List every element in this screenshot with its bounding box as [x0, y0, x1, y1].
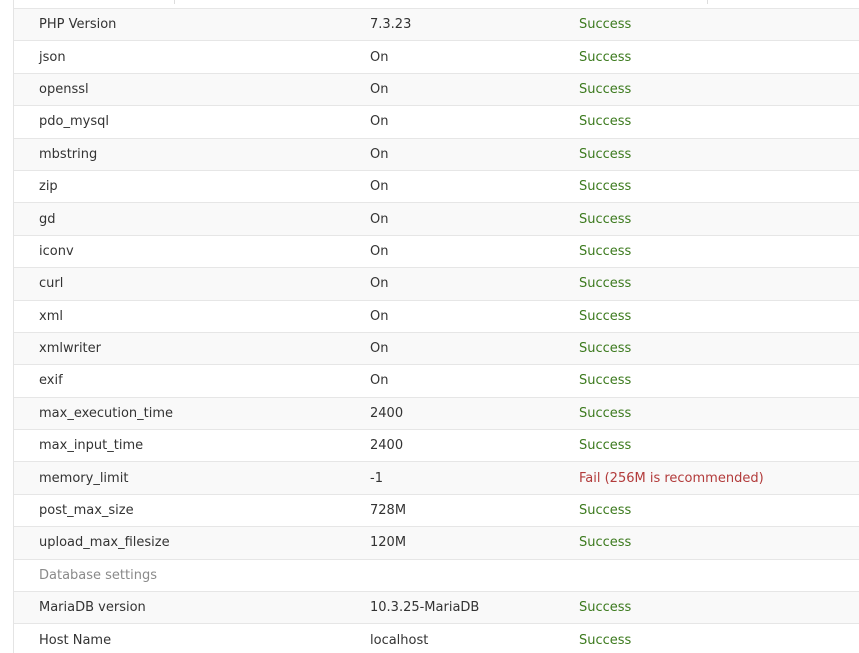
requirement-status: Success	[579, 211, 632, 227]
requirement-value: On	[370, 49, 389, 65]
requirement-value: On	[370, 81, 389, 97]
requirement-status: Success	[579, 17, 632, 33]
column-divider	[707, 0, 708, 4]
requirement-status: Success	[579, 438, 632, 454]
requirement-name: post_max_size	[39, 503, 134, 519]
requirement-name: json	[39, 49, 66, 65]
table-row: max_execution_time 2400 Success	[14, 397, 859, 431]
requirement-value: On	[370, 243, 389, 259]
requirement-value: On	[370, 276, 389, 292]
requirement-name: xml	[39, 308, 63, 324]
table-header-strip	[14, 0, 859, 9]
requirement-status: Success	[579, 405, 632, 421]
requirement-name: mbstring	[39, 146, 98, 162]
requirement-value: 2400	[370, 438, 404, 454]
requirements-table: PHP Version 7.3.23 Success json On Success ope…	[14, 9, 859, 653]
requirement-name: zip	[39, 179, 58, 195]
requirement-name: gd	[39, 211, 56, 227]
requirement-name: Host Name	[39, 632, 112, 648]
requirement-status: Success	[579, 600, 632, 616]
table-row: PHP Version 7.3.23 Success	[14, 9, 859, 42]
requirement-status: Fail (256M is recommended)	[579, 470, 764, 486]
requirement-value: 10.3.25-MariaDB	[370, 600, 480, 616]
requirement-status: Success	[579, 632, 632, 648]
requirement-status: Success	[579, 341, 632, 357]
table-row: json On Success	[14, 41, 859, 74]
requirement-value: On	[370, 341, 389, 357]
requirement-status: Success	[579, 308, 632, 324]
requirement-status: Success	[579, 243, 632, 259]
section-heading-row: Database settings	[14, 559, 859, 593]
requirement-name: openssl	[39, 81, 89, 97]
table-row: MariaDB version 10.3.25-MariaDB Success	[14, 592, 859, 625]
requirement-value: -1	[370, 470, 383, 486]
requirement-name: curl	[39, 276, 64, 292]
table-row: pdo_mysql On Success	[14, 106, 859, 139]
requirement-name: memory_limit	[39, 470, 129, 486]
table-row: openssl On Success	[14, 73, 859, 107]
requirement-value: On	[370, 211, 389, 227]
requirement-status: Success	[579, 81, 632, 97]
requirement-status: Success	[579, 373, 632, 389]
table-row: gd On Success	[14, 203, 859, 236]
requirement-status: Success	[579, 114, 632, 130]
section-heading: Database settings	[39, 567, 158, 583]
requirement-value: localhost	[370, 632, 429, 648]
requirement-status: Success	[579, 503, 632, 519]
requirement-status: Success	[579, 535, 632, 551]
table-row: xml On Success	[14, 300, 859, 333]
requirement-value: On	[370, 114, 389, 130]
table-row: exif On Success	[14, 365, 859, 398]
column-divider	[174, 0, 175, 4]
table-row: Host Name localhost Success	[14, 624, 859, 653]
requirement-name: PHP Version	[39, 17, 117, 33]
requirement-name: exif	[39, 373, 63, 389]
requirement-status: Success	[579, 146, 632, 162]
table-row: post_max_size 728M Success	[14, 494, 859, 528]
requirement-value: 120M	[370, 535, 407, 551]
requirement-value: On	[370, 308, 389, 324]
requirement-value: On	[370, 373, 389, 389]
requirement-value: 728M	[370, 503, 407, 519]
requirement-status: Success	[579, 179, 632, 195]
requirement-value: 2400	[370, 405, 404, 421]
requirement-status: Success	[579, 276, 632, 292]
table-row: mbstring On Success	[14, 138, 859, 171]
requirement-name: max_execution_time	[39, 405, 174, 421]
table-row: upload_max_filesize 120M Success	[14, 527, 859, 560]
table-row: curl On Success	[14, 268, 859, 301]
requirement-name: iconv	[39, 243, 74, 259]
table-row: iconv On Success	[14, 235, 859, 269]
requirement-value: 7.3.23	[370, 17, 412, 33]
requirement-value: On	[370, 179, 389, 195]
requirement-name: pdo_mysql	[39, 114, 109, 130]
requirement-name: max_input_time	[39, 438, 144, 454]
requirement-name: MariaDB version	[39, 600, 146, 616]
table-row: memory_limit -1 Fail (256M is recommended)	[14, 462, 859, 495]
requirement-name: xmlwriter	[39, 341, 101, 357]
table-row: zip On Success	[14, 170, 859, 204]
requirement-name: upload_max_filesize	[39, 535, 170, 551]
requirement-value: On	[370, 146, 389, 162]
requirement-status: Success	[579, 49, 632, 65]
requirements-panel: PHP Version 7.3.23 Success json On Success ope…	[13, 0, 859, 653]
table-row: xmlwriter On Success	[14, 332, 859, 366]
table-row: max_input_time 2400 Success	[14, 430, 859, 463]
